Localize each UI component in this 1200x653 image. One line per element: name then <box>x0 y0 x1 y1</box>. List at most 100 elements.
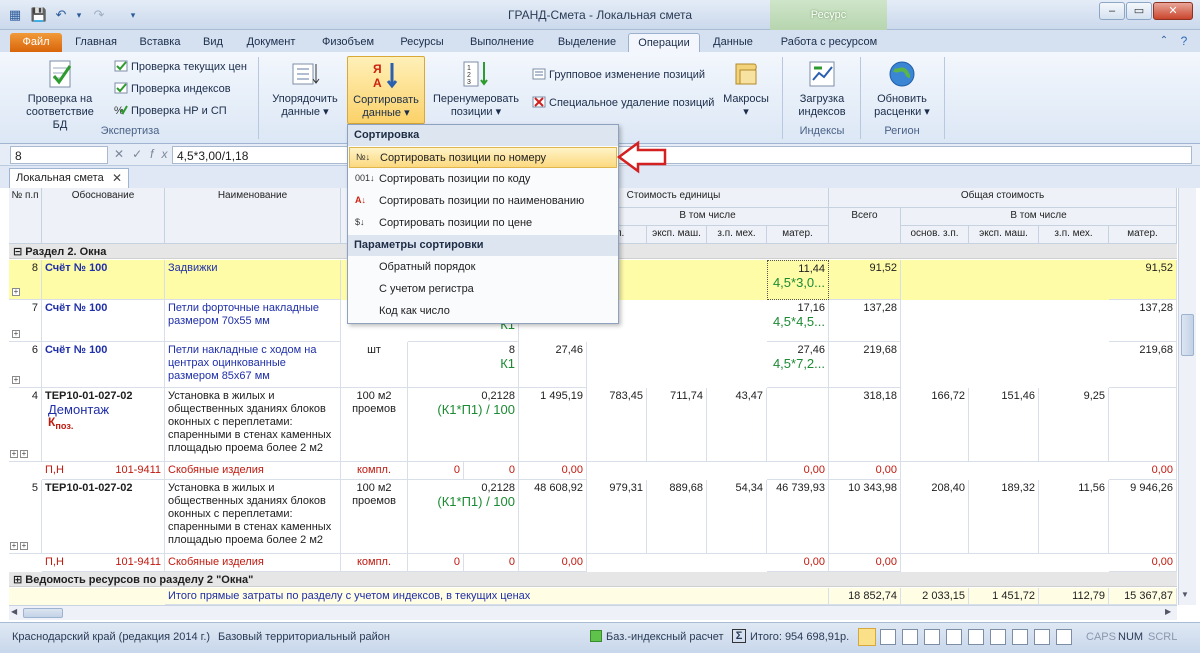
table-row[interactable]: 6 Счёт № 100 Петли накладные с ходом на … <box>9 342 1177 388</box>
cell-t-mater <box>1109 388 1177 462</box>
group-change-button[interactable]: Групповое изменение позиций <box>532 68 705 81</box>
expand-icon[interactable]: + <box>12 288 20 296</box>
menu-item-case-sensitive[interactable]: С учетом регистра <box>349 279 617 300</box>
cell-res-unit: компл. <box>341 554 408 572</box>
help-icon[interactable]: ? <box>1175 32 1193 50</box>
summary-row[interactable]: Итого прямые затраты по разделу с учетом… <box>9 588 1177 605</box>
view-mode-icon[interactable] <box>968 629 984 645</box>
cell-res-name: Скобяные изделия <box>165 554 341 572</box>
macros-button[interactable]: Макросы ▾ <box>718 58 774 119</box>
tab-insert[interactable]: Вставка <box>134 33 186 52</box>
table-row[interactable]: 5 ТЕР10-01-027-02 Установка в жилых и об… <box>9 480 1177 554</box>
cell-res-z4: 0,00 <box>829 462 901 480</box>
group-separator <box>782 57 783 139</box>
tab-operations[interactable]: Операции <box>628 33 700 52</box>
tab-document[interactable]: Документ <box>240 33 302 52</box>
cell-basis: Счёт № 100 <box>42 300 165 342</box>
tab-view[interactable]: Вид <box>196 33 230 52</box>
view-mode-icon[interactable] <box>946 629 962 645</box>
renumber-button[interactable]: 123 Перенумеровать позиции ▾ <box>430 58 522 119</box>
view-mode-icon[interactable] <box>1012 629 1028 645</box>
expand-icon[interactable]: + <box>12 330 20 338</box>
check-prices-button[interactable]: Проверка текущих цен <box>114 60 247 73</box>
view-mode-icon[interactable] <box>858 628 876 646</box>
header-vsego: Всего <box>829 208 901 244</box>
confirm-icon[interactable]: ✓ <box>132 147 150 161</box>
cell-basis: ТЕР10-01-027-02 <box>42 480 165 554</box>
cancel-icon[interactable]: ✕ <box>114 147 132 161</box>
expand-icon[interactable]: + <box>10 450 18 458</box>
tab-data[interactable]: Данные <box>706 33 760 52</box>
expand-icon[interactable]: + <box>12 376 20 384</box>
menu-item-sort-by-number[interactable]: №↓ Сортировать позиции по номеру <box>349 147 617 168</box>
check-indexes-button[interactable]: Проверка индексов <box>114 82 231 95</box>
cell-mater[interactable]: 11,44 4,5*3,0... <box>767 260 829 300</box>
resources-section-title: Ведомость ресурсов по разделу 2 "Окна" <box>25 574 254 586</box>
minimize-ribbon-icon[interactable]: ⌃ <box>1155 32 1173 50</box>
sort-data-button[interactable]: ЯА Сортировать данные ▾ <box>347 56 425 124</box>
cell-t-mater: 9 946,26 <box>1109 480 1177 554</box>
vertical-scroll-thumb[interactable] <box>1181 314 1194 356</box>
tab-resource-work[interactable]: Работа с ресурсом <box>774 33 884 52</box>
globe-icon <box>889 61 915 87</box>
load-chart-icon <box>809 61 835 87</box>
check-indexes-label: Проверка индексов <box>131 83 231 95</box>
view-mode-icon[interactable] <box>990 629 1006 645</box>
load-indexes-button[interactable]: Загрузка индексов <box>790 58 854 119</box>
view-mode-icon[interactable] <box>924 629 940 645</box>
cell-qty: 0,2128 (К1*П1) / 100 <box>408 388 519 462</box>
status-bar: Краснодарский край (редакция 2014 г.) Ба… <box>0 622 1200 653</box>
cell-osn: 783,45 <box>587 388 647 462</box>
maximize-button[interactable]: ▭ <box>1126 2 1152 20</box>
resources-section-row[interactable]: ⊞ Ведомость ресурсов по разделу 2 "Окна" <box>9 572 1177 587</box>
tab-local-estimate[interactable]: Локальная смета ✕ <box>9 168 129 188</box>
check-nr-button[interactable]: % Проверка НР и СП <box>114 104 227 117</box>
tab-selection[interactable]: Выделение <box>550 33 624 52</box>
horizontal-scroll-thumb[interactable] <box>23 608 63 618</box>
header-mater: матер. <box>767 226 829 244</box>
expand-icon[interactable]: + <box>20 542 28 550</box>
status-calc-mode[interactable]: Баз.-индексный расчет <box>606 631 723 643</box>
update-prices-button[interactable]: Обновить расценки ▾ <box>866 58 938 119</box>
resource-row[interactable]: П,Н 101-9411 Скобяные изделия компл. 0 0 … <box>9 554 1177 572</box>
expand-icon[interactable]: + <box>10 542 18 550</box>
view-mode-icon[interactable] <box>902 629 918 645</box>
view-mode-icon[interactable] <box>1034 629 1050 645</box>
order-data-button[interactable]: Упорядочить данные ▾ <box>268 58 342 119</box>
menu-item-code-as-number[interactable]: Код как число <box>349 301 617 322</box>
cell-name: Петли накладные с ходом на центрах оцинк… <box>165 342 341 388</box>
menu-item-sort-by-code[interactable]: 001↓ Сортировать позиции по коду <box>349 169 617 190</box>
cell-res-z1: 0 <box>464 462 519 480</box>
close-button[interactable]: ✕ <box>1153 2 1193 20</box>
scroll-down-icon[interactable]: ▼ <box>1181 590 1189 599</box>
menu-item-reverse-order[interactable]: Обратный порядок <box>349 257 617 278</box>
scroll-left-icon[interactable]: ◀ <box>11 607 17 616</box>
minimize-button[interactable]: – <box>1099 2 1125 20</box>
tab-physvolume[interactable]: Физобъем <box>312 33 384 52</box>
resource-row[interactable]: П,Н 101-9411 Скобяные изделия компл. 0 0 … <box>9 462 1177 480</box>
cell-name: Установка в жилых и общественных зданиях… <box>165 388 341 462</box>
formula-input[interactable]: 4,5*3,00/1,18 <box>172 146 1192 164</box>
tab-home[interactable]: Главная <box>68 33 124 52</box>
expand-icon[interactable]: + <box>20 450 28 458</box>
menu-item-sort-by-price[interactable]: $↓ Сортировать позиции по цене <box>349 213 617 234</box>
horizontal-scrollbar[interactable]: ◀ ▶ <box>9 605 1177 620</box>
close-tab-icon[interactable]: ✕ <box>112 171 122 185</box>
tab-execution[interactable]: Выполнение <box>460 33 544 52</box>
header-mater2: матер. <box>1109 226 1177 244</box>
summary-total: 18 852,74 <box>829 588 901 605</box>
cell-name-box[interactable]: 8 <box>10 146 108 164</box>
scroll-right-icon[interactable]: ▶ <box>1165 607 1171 616</box>
summary-label: Итого прямые затраты по разделу с учетом… <box>165 588 829 605</box>
status-caps: CAPS <box>1086 631 1116 643</box>
tab-file[interactable]: Файл <box>10 33 62 52</box>
group-expertiza-label: Экспертиза <box>100 125 160 137</box>
view-mode-icon[interactable] <box>1056 629 1072 645</box>
table-row[interactable]: 4 ТЕР10-01-027-02 Демонтаж Кпоз. Установ… <box>9 388 1177 462</box>
special-delete-button[interactable]: Специальное удаление позиций <box>532 96 714 109</box>
vertical-scrollbar[interactable]: ▼ <box>1178 188 1196 605</box>
menu-item-sort-by-name[interactable]: A↓ Сортировать позиции по наименованию <box>349 191 617 212</box>
tab-resources[interactable]: Ресурсы <box>390 33 454 52</box>
check-db-button[interactable]: Проверка на соответствие БД <box>18 58 102 132</box>
view-mode-icon[interactable] <box>880 629 896 645</box>
